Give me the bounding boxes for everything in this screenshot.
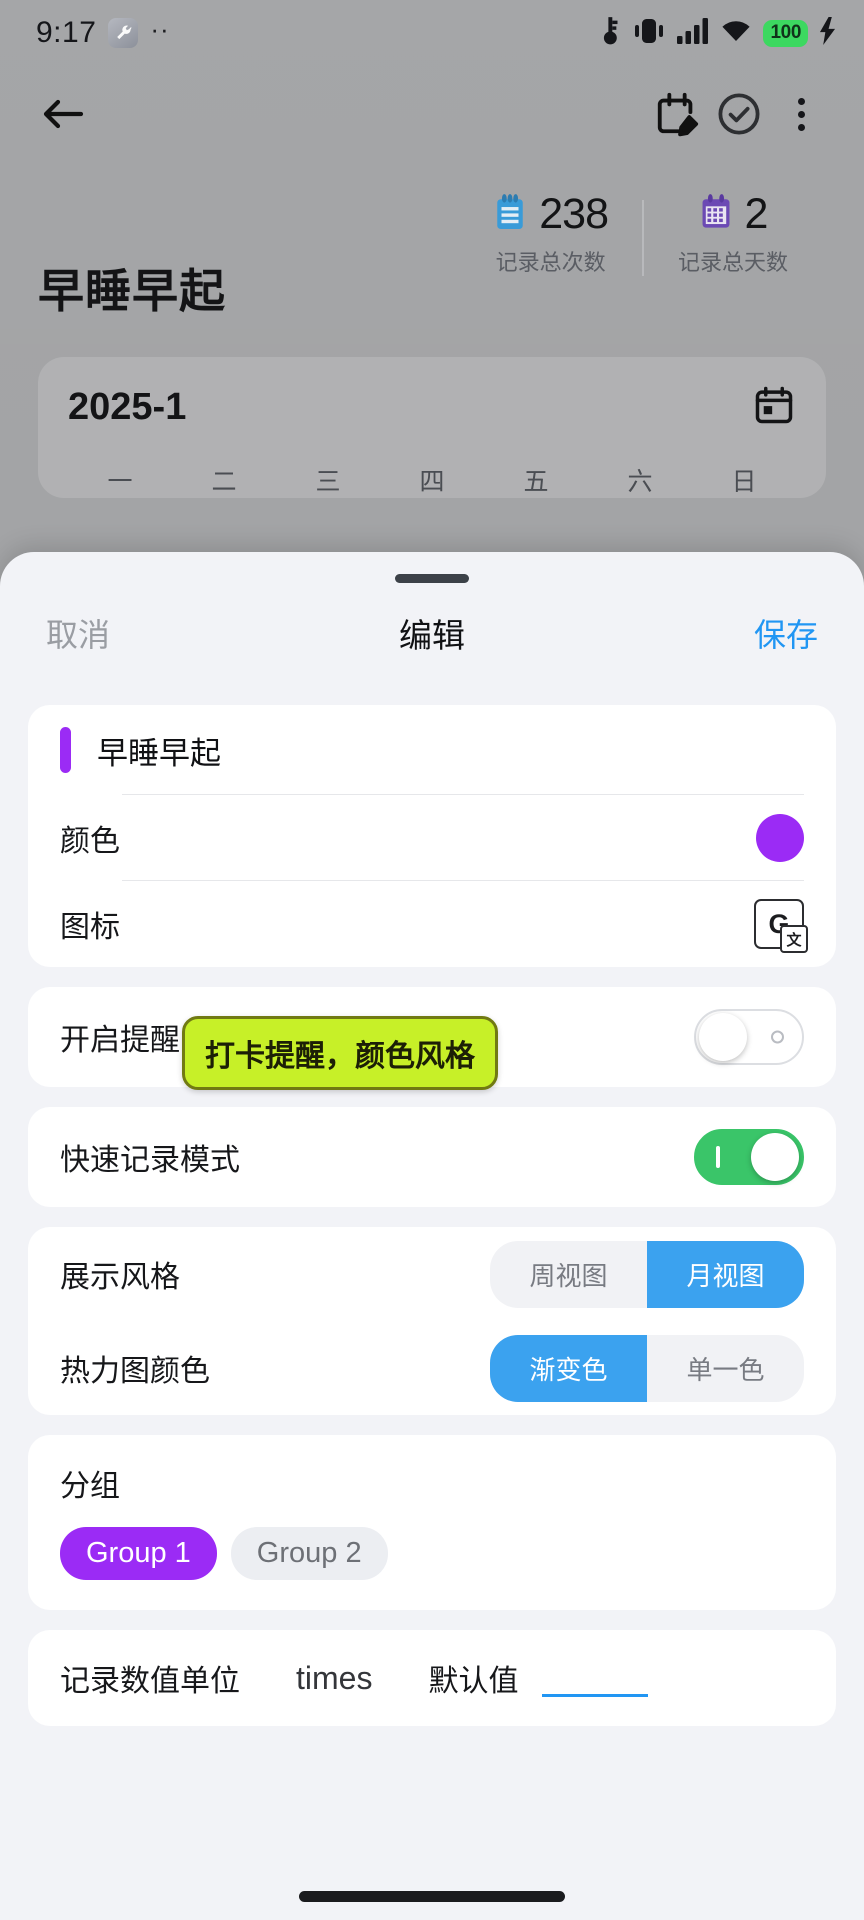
calendar-icon — [699, 193, 733, 236]
habit-color-bar — [60, 727, 71, 773]
segment-gradient-color[interactable]: 渐变色 — [490, 1334, 647, 1402]
calendar-card: 2025-1 一 二 三 四 五 六 日 — [38, 357, 826, 498]
stat-total-records-top: 238 — [493, 190, 609, 239]
status-bar-clock: 9:17 — [36, 16, 97, 49]
calendar-weekday-row: 一 二 三 四 五 六 日 — [68, 462, 796, 498]
quick-record-toggle-knob — [751, 1133, 799, 1181]
reminder-toggle-knob — [699, 1013, 747, 1061]
habit-name-row[interactable] — [28, 705, 836, 795]
display-style-label: 展示风格 — [60, 1261, 180, 1294]
weekday-mon: 一 — [107, 468, 133, 496]
status-more-dots-icon: ·· — [150, 14, 170, 44]
vibrate-icon — [632, 17, 666, 50]
heatmap-color-label: 热力图颜色 — [60, 1355, 210, 1388]
calendar-edit-icon[interactable] — [646, 83, 708, 145]
heatmap-color-control[interactable]: 渐变色 单一色 — [490, 1334, 804, 1402]
signal-icon — [677, 17, 709, 49]
weekday-tue: 二 — [211, 468, 237, 496]
icon-row-value[interactable]: G 文 — [754, 899, 808, 953]
display-options-card: 展示风格 周视图 月视图 热力图颜色 渐变色 单一色 — [28, 1227, 836, 1415]
stat-total-days-label: 记录总天数 — [677, 250, 788, 275]
unit-value[interactable]: times — [296, 1660, 372, 1697]
weekday-sat: 六 — [627, 468, 653, 496]
heatmap-color-row: 热力图颜色 渐变色 单一色 — [28, 1321, 836, 1415]
unit-row: 记录数值单位 times 默认值 — [28, 1630, 836, 1726]
battery-level-label: 100 — [763, 19, 808, 47]
stat-total-records-value: 238 — [539, 190, 609, 238]
save-button[interactable]: 保存 — [754, 610, 818, 656]
weekday-sun: 日 — [731, 468, 757, 496]
display-style-row: 展示风格 周视图 月视图 — [28, 1227, 836, 1321]
charging-bolt-icon — [819, 16, 836, 50]
weekday-fri: 五 — [523, 468, 549, 496]
default-value-input[interactable] — [542, 1659, 649, 1697]
edit-bottom-sheet: 取消 编辑 保存 颜色 图标 G 文 开启提醒 — [0, 552, 864, 1920]
quick-record-toggle[interactable] — [694, 1129, 804, 1185]
sheet-title: 编辑 — [399, 617, 465, 654]
back-arrow-icon[interactable] — [32, 83, 94, 145]
stat-total-days: 2 记录总天数 — [644, 190, 822, 277]
sheet-drag-handle[interactable] — [395, 574, 469, 583]
reminder-row-label: 开启提醒 — [60, 1024, 180, 1057]
notepad-icon — [493, 193, 527, 236]
calendar-outline-icon[interactable] — [752, 383, 796, 432]
calendar-month-label: 2025-1 — [68, 386, 187, 428]
reminder-toggle[interactable] — [694, 1009, 804, 1065]
segment-week-view[interactable]: 周视图 — [490, 1241, 647, 1308]
group-chip-1[interactable]: Group 1 — [60, 1527, 217, 1580]
check-circle-icon[interactable] — [708, 83, 770, 145]
home-indicator — [299, 1891, 565, 1902]
group-card: 分组 Group 1 Group 2 — [28, 1435, 836, 1610]
stat-total-records-label: 记录总次数 — [495, 250, 606, 275]
display-style-segmented[interactable]: 周视图 月视图 — [490, 1240, 804, 1308]
habit-name-input[interactable] — [97, 732, 804, 768]
google-translate-icon[interactable]: G 文 — [754, 899, 808, 953]
quick-record-card: 快速记录模式 — [28, 1107, 836, 1207]
status-bar: 9:17 ·· 100 — [0, 0, 864, 66]
translate-glyph-sub: 文 — [780, 925, 808, 953]
group-chip-list: Group 1 Group 2 — [60, 1527, 804, 1580]
quick-record-toggle-wrap[interactable] — [694, 1129, 804, 1185]
segment-single-color[interactable]: 单一色 — [647, 1335, 804, 1402]
quick-record-row-label: 快速记录模式 — [60, 1144, 240, 1177]
group-chip-2[interactable]: Group 2 — [230, 1527, 388, 1580]
stat-total-days-top: 2 — [699, 190, 768, 239]
cancel-button[interactable]: 取消 — [46, 610, 110, 656]
reminder-toggle-off-dot — [771, 1030, 784, 1044]
unit-card: 记录数值单位 times 默认值 — [28, 1630, 836, 1726]
basic-info-card: 颜色 图标 G 文 — [28, 705, 836, 967]
reminder-toggle-wrap[interactable] — [694, 1009, 804, 1065]
weekday-wed: 三 — [315, 468, 341, 496]
segment-month-view[interactable]: 月视图 — [647, 1240, 804, 1308]
stat-total-days-value: 2 — [744, 190, 769, 238]
icon-row-label: 图标 — [60, 911, 120, 944]
color-row-label: 颜色 — [60, 825, 120, 858]
unit-row-label: 记录数值单位 — [60, 1665, 240, 1698]
weekday-thu: 四 — [419, 468, 445, 496]
color-swatch[interactable] — [756, 814, 804, 862]
calendar-header: 2025-1 — [68, 383, 796, 432]
app-toolbar — [0, 66, 864, 162]
battery-indicator: 100 — [763, 19, 808, 47]
wifi-icon — [720, 18, 752, 49]
display-style-control[interactable]: 周视图 月视图 — [490, 1240, 804, 1308]
quick-record-toggle-bar — [716, 1146, 720, 1168]
icon-row[interactable]: 图标 G 文 — [28, 881, 836, 967]
color-row-value[interactable] — [756, 814, 804, 862]
kebab-menu-icon[interactable] — [770, 83, 832, 145]
wrench-icon — [108, 18, 139, 48]
heatmap-color-segmented[interactable]: 渐变色 单一色 — [490, 1334, 804, 1402]
group-section-label: 分组 — [60, 1470, 120, 1503]
stat-total-records: 238 记录总次数 — [459, 190, 642, 277]
status-bar-right: 100 — [602, 16, 836, 51]
annotation-tooltip: 打卡提醒，颜色风格 — [182, 1016, 498, 1090]
quick-record-row[interactable]: 快速记录模式 — [28, 1107, 836, 1207]
sheet-header: 取消 编辑 保存 — [0, 583, 864, 675]
status-bar-left: 9:17 ·· — [36, 16, 170, 50]
color-row[interactable]: 颜色 — [28, 795, 836, 881]
key-icon — [602, 16, 621, 51]
default-value-label: 默认值 — [428, 1665, 519, 1698]
